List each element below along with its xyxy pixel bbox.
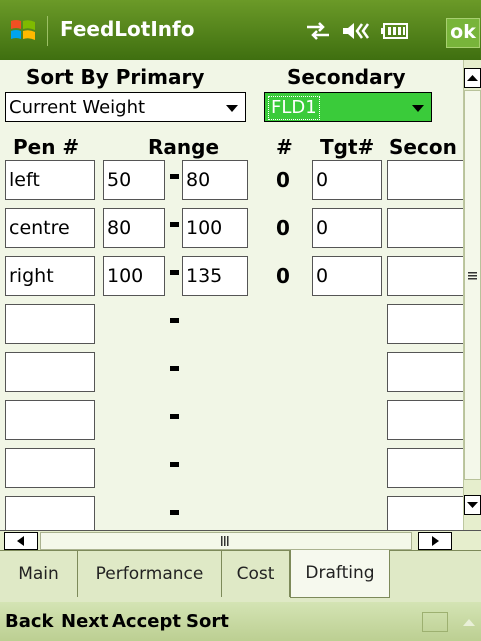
start-menu-icon[interactable] [9,17,37,45]
chevron-up-icon[interactable] [463,619,475,626]
drafting-panel: Sort By Primary Secondary Current Weight… [0,60,463,530]
range-max-field[interactable]: 100 [182,208,248,248]
horizontal-scroll-thumb[interactable] [40,532,412,550]
tab-main[interactable]: Main [0,551,78,597]
chevron-right-icon [432,536,439,546]
accept-menu-item[interactable]: Accept [112,608,181,636]
secondary-field[interactable] [387,208,463,248]
grip-icon [221,536,229,546]
range-min-field[interactable]: 80 [103,208,165,248]
sort-primary-label: Sort By Primary [26,65,205,89]
pen-count: 0 [276,216,290,240]
column-header-count: # [276,135,293,159]
chevron-down-icon [226,105,238,112]
secondary-field[interactable] [387,160,463,200]
range-dash [170,462,179,467]
range-dash [170,222,179,227]
tab-cost[interactable]: Cost [222,551,290,597]
secondary-sort-dropdown[interactable]: FLD1 [264,92,432,122]
volume-icon[interactable] [341,20,371,42]
column-header-target: Tgt# [320,135,375,159]
scroll-down-button[interactable] [464,495,481,515]
pen-name-field[interactable] [5,304,95,344]
horizontal-scrollbar[interactable] [0,530,481,550]
chevron-left-icon [17,536,24,546]
column-header-pen: Pen # [13,135,80,159]
status-icons [305,16,409,46]
scroll-up-button[interactable] [464,68,481,88]
secondary-sort-value: FLD1 [268,96,320,120]
connectivity-icon[interactable] [305,21,331,41]
range-dash [170,318,179,323]
pen-name-field[interactable] [5,352,95,392]
chevron-down-icon [412,105,424,112]
sort-secondary-label: Secondary [287,65,406,89]
secondary-field[interactable] [387,400,463,440]
secondary-field[interactable] [387,448,463,488]
keyboard-icon[interactable] [422,612,448,632]
primary-sort-value: Current Weight [9,97,146,118]
next-menu-item[interactable]: Next [61,608,109,636]
pen-name-field[interactable]: right [5,256,95,296]
range-min-field[interactable]: 50 [103,160,165,200]
grip-icon [468,272,477,280]
column-header-secondary: Secon [389,135,457,159]
range-dash [170,366,179,371]
range-dash [170,414,179,419]
pen-name-field[interactable]: centre [5,208,95,248]
pen-name-field[interactable]: left [5,160,95,200]
secondary-field[interactable] [387,352,463,392]
secondary-field[interactable] [387,496,463,530]
menu-bar: Back Next Accept Sort [0,602,481,641]
range-dash [170,174,179,179]
tab-bar: Main Performance Cost Drafting [0,550,481,602]
tab-drafting[interactable]: Drafting [290,550,390,598]
back-menu-item[interactable]: Back [5,608,54,636]
primary-sort-dropdown[interactable]: Current Weight [5,92,246,122]
ok-button[interactable]: ok [446,18,480,48]
scroll-left-button[interactable] [4,532,38,550]
target-count-field[interactable]: 0 [312,256,382,296]
pen-count: 0 [276,264,290,288]
range-max-field[interactable]: 80 [182,160,248,200]
title-separator [47,16,48,46]
sort-menu-item[interactable]: Sort [186,608,229,636]
range-dash [170,270,179,275]
secondary-field[interactable] [387,304,463,344]
pen-name-field[interactable] [5,496,95,530]
battery-icon[interactable] [381,21,409,41]
target-count-field[interactable]: 0 [312,208,382,248]
chevron-up-icon [467,75,478,81]
range-max-field[interactable]: 135 [182,256,248,296]
target-count-field[interactable]: 0 [312,160,382,200]
column-header-range: Range [148,135,220,159]
range-min-field[interactable]: 100 [103,256,165,296]
range-dash [170,510,179,515]
pen-name-field[interactable] [5,400,95,440]
pen-name-field[interactable] [5,448,95,488]
window-title: FeedLotInfo [60,17,195,41]
pen-count: 0 [276,168,290,192]
scroll-right-button[interactable] [418,532,452,550]
vertical-scroll-thumb[interactable] [464,90,481,480]
title-bar: FeedLotInfo ok [0,0,481,60]
secondary-field[interactable] [387,256,463,296]
chevron-down-icon [467,502,478,508]
tab-performance[interactable]: Performance [78,551,222,597]
vertical-scrollbar[interactable] [463,60,481,530]
